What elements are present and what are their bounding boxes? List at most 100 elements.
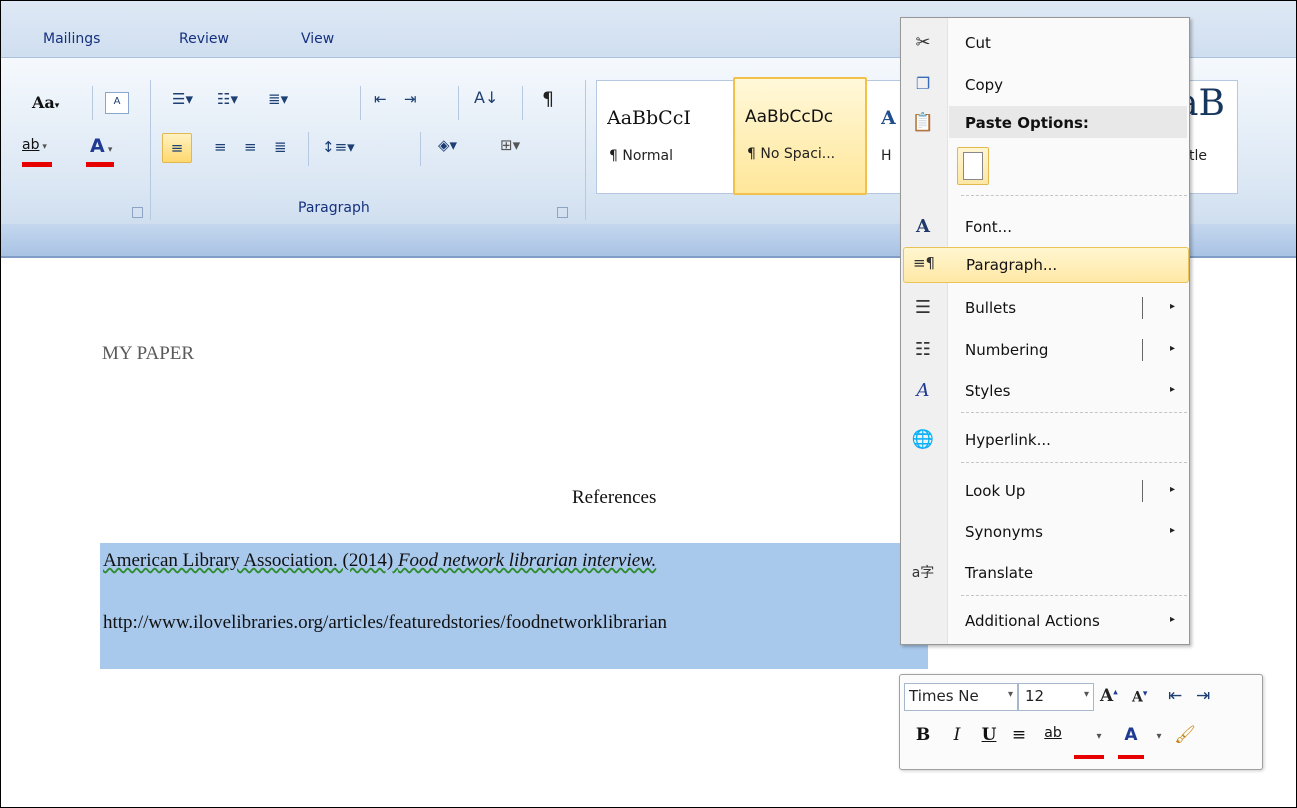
paragraph-group-label: Paragraph	[298, 200, 370, 216]
copy-icon: ❐	[915, 74, 931, 93]
shrink-font-icon[interactable]: A▾	[1132, 689, 1147, 706]
style-heading[interactable]: A H	[869, 81, 899, 191]
menu-item-label: Styles	[965, 382, 1011, 400]
center-align-icon[interactable]: ≡	[1006, 725, 1032, 753]
reference-title-text: Food network librarian interview.	[397, 550, 657, 571]
ribbon-divider	[458, 86, 459, 120]
submenu-arrow-icon[interactable]: ▸	[1170, 301, 1175, 312]
submenu-arrow-icon[interactable]: ▸	[1170, 484, 1175, 495]
text-highlight-button[interactable]: ab ▾	[22, 138, 47, 152]
menu-item-label: Copy	[965, 76, 1004, 94]
font-color-button[interactable]: A	[1118, 725, 1144, 753]
font-size-value: 12	[1025, 687, 1045, 705]
tab-view[interactable]: View	[301, 31, 334, 47]
menu-item-label: Numbering	[965, 341, 1049, 359]
dropdown-arrow-icon[interactable]: ▾	[1084, 689, 1089, 700]
grow-font-icon[interactable]: A▴	[1100, 686, 1118, 706]
menu-item-label: Translate	[965, 564, 1034, 582]
highlight-color-bar	[22, 162, 52, 167]
paste-options: 📋 Paste Options:	[903, 106, 1187, 140]
underline-button[interactable]: U	[976, 725, 1002, 753]
globe-link-icon: 🌐	[911, 429, 935, 450]
menu-item-label: Bullets	[965, 299, 1017, 317]
format-painter-icon[interactable]: 🖌	[1172, 725, 1198, 753]
menu-item-paragraph[interactable]: ≡¶ Paragraph...	[903, 247, 1189, 283]
tab-mailings[interactable]: Mailings	[43, 31, 100, 47]
menu-item-copy[interactable]: ❐ Copy	[903, 68, 1187, 102]
submenu-divider	[1142, 339, 1143, 361]
menu-item-cut[interactable]: ✂ Cut	[903, 26, 1187, 60]
style-sample: AaBbCcDc	[745, 107, 834, 127]
font-color-button[interactable]: A ▾	[90, 137, 112, 156]
numbering-icon[interactable]: ☷▾	[217, 92, 238, 107]
decrease-indent-icon[interactable]: ⇤	[374, 92, 387, 107]
align-left-icon[interactable]: ≡	[162, 133, 192, 163]
menu-item-additional-actions[interactable]: Additional Actions ▸	[903, 604, 1187, 638]
highlight-button[interactable]: ab	[1036, 725, 1070, 753]
sort-icon[interactable]: A↓	[474, 90, 498, 106]
line-spacing-icon[interactable]: ↕≡▾	[322, 140, 355, 155]
font-name-value: Times Ne	[909, 687, 979, 705]
dropdown-arrow-icon[interactable]: ▾	[1086, 731, 1112, 759]
multilevel-list-icon[interactable]: ≣▾	[268, 92, 288, 107]
style-sample: aB	[1177, 83, 1225, 124]
menu-item-synonyms[interactable]: Synonyms ▸	[903, 515, 1187, 549]
submenu-arrow-icon: ▸	[1169, 614, 1175, 625]
menu-item-translate[interactable]: a字 Translate	[903, 556, 1187, 590]
font-color-bar	[86, 162, 114, 167]
ribbon-divider	[308, 132, 309, 166]
increase-indent-icon[interactable]: ⇥	[1196, 686, 1210, 706]
document-heading: MY PAPER	[102, 343, 195, 364]
menu-separator	[961, 412, 1187, 413]
menu-item-font[interactable]: A Font...	[903, 210, 1187, 244]
references-title: References	[572, 487, 657, 508]
font-color-bar	[1118, 755, 1144, 759]
align-center-icon[interactable]: ≡	[214, 140, 227, 155]
submenu-divider	[1142, 480, 1143, 502]
tab-review[interactable]: Review	[179, 31, 229, 47]
borders-icon[interactable]: ⊞▾	[500, 138, 520, 153]
decrease-indent-icon[interactable]: ⇤	[1168, 686, 1182, 706]
increase-indent-icon[interactable]: ⇥	[404, 92, 417, 107]
ribbon-divider	[92, 86, 93, 120]
submenu-arrow-icon: ▸	[1169, 384, 1175, 395]
style-no-spacing[interactable]: AaBbCcDc ¶ No Spaci...	[733, 77, 867, 195]
style-normal[interactable]: AaBbCcI ¶ Normal	[597, 81, 727, 191]
bold-button[interactable]: B	[910, 725, 936, 753]
submenu-divider	[1142, 297, 1143, 319]
reference-line-2[interactable]: http://www.ilovelibraries.org/articles/f…	[103, 612, 667, 634]
dropdown-arrow-icon[interactable]: ▾	[1146, 731, 1172, 759]
show-formatting-marks-icon[interactable]: ¶	[542, 90, 554, 109]
bullets-icon[interactable]: ☰▾	[172, 92, 193, 107]
menu-item-label: Paragraph...	[966, 256, 1058, 274]
menu-item-styles[interactable]: A Styles ▸	[903, 374, 1187, 408]
menu-item-label: Hyperlink...	[965, 431, 1051, 449]
italic-button[interactable]: I	[944, 725, 970, 753]
scissors-icon: ✂	[915, 32, 931, 53]
paste-keep-formatting-button[interactable]	[957, 147, 989, 185]
menu-item-label: Look Up	[965, 482, 1026, 500]
menu-separator	[961, 462, 1187, 463]
menu-item-hyperlink[interactable]: 🌐 Hyperlink...	[903, 423, 1187, 457]
clear-formatting-icon[interactable]: A	[105, 92, 129, 114]
reference-line-1[interactable]: American Library Association. (2014) Foo…	[103, 550, 656, 572]
group-divider	[150, 80, 151, 220]
justify-icon[interactable]: ≣	[274, 140, 287, 155]
submenu-arrow-icon[interactable]: ▸	[1170, 343, 1175, 354]
menu-item-label: Additional Actions	[965, 612, 1100, 630]
menu-item-label: Cut	[965, 34, 991, 52]
menu-item-numbering[interactable]: ☷ Numbering ▸	[903, 333, 1187, 367]
paste-document-icon	[963, 152, 983, 180]
font-dialog-launcher[interactable]	[132, 207, 143, 218]
paragraph-dialog-launcher[interactable]	[557, 207, 568, 218]
font-name-combo[interactable]: Times Ne ▾	[904, 683, 1018, 711]
font-size-combo[interactable]: 12 ▾	[1018, 683, 1094, 711]
shading-icon[interactable]: ◈▾	[438, 138, 457, 153]
menu-item-label: Font...	[965, 218, 1012, 236]
menu-item-bullets[interactable]: ☰ Bullets ▸	[903, 291, 1187, 325]
ribbon-divider	[522, 86, 523, 120]
change-case-button[interactable]: Aa▾	[32, 95, 59, 111]
dropdown-arrow-icon[interactable]: ▾	[1008, 689, 1013, 700]
align-right-icon[interactable]: ≡	[244, 140, 257, 155]
menu-item-look-up[interactable]: Look Up ▸	[903, 474, 1187, 508]
